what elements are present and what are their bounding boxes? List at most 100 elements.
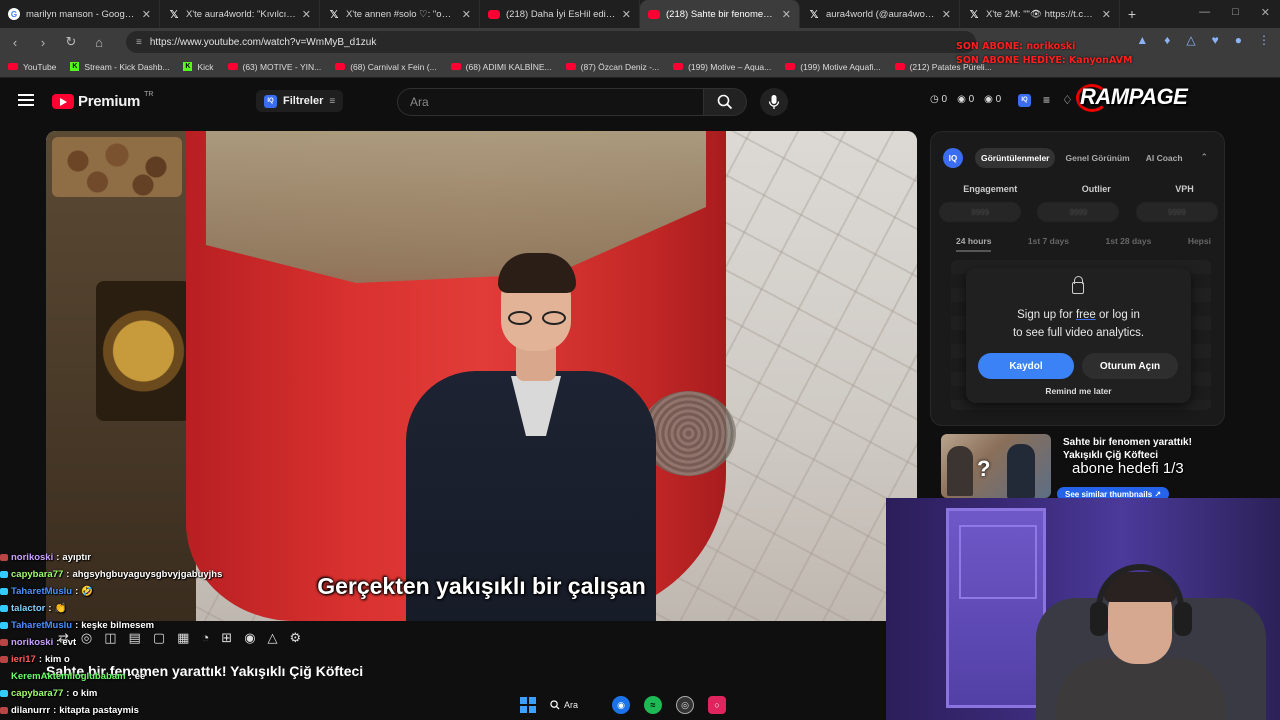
webcam-streamer: [1056, 658, 1226, 720]
chat-username[interactable]: KeremAktemlioglubabam: [11, 668, 126, 685]
close-tab-icon[interactable]: ✕: [142, 8, 151, 21]
vidiq-header-icon[interactable]: IQ: [1018, 93, 1031, 107]
bookmark-label: (68) Carnival x Fein (...: [350, 61, 437, 72]
extensions-bar: ▲ ♦ △ ♥ ● ⋮: [1136, 33, 1270, 47]
taskbar-search[interactable]: Ara: [550, 700, 598, 710]
close-tab-icon[interactable]: ✕: [462, 8, 471, 21]
youtube-icon: [648, 9, 660, 19]
browser-tab[interactable]: Gmarilyn manson - Google'da Ar ✕: [0, 0, 160, 28]
bookmark-label: (87) Özcan Deniz -...: [580, 61, 660, 72]
close-tab-icon[interactable]: ✕: [782, 8, 791, 21]
free-link[interactable]: free: [1076, 309, 1096, 321]
trophy-icon[interactable]: ♢: [1062, 93, 1073, 107]
close-window-icon[interactable]: ✕: [1261, 6, 1270, 19]
maximize-icon[interactable]: □: [1232, 6, 1239, 19]
login-button[interactable]: Oturum Açın: [1082, 353, 1178, 379]
login-prompt-card: Sign up for free or log in to see full v…: [966, 268, 1191, 403]
bookmark-item[interactable]: (68) Carnival x Fein (...: [335, 61, 437, 72]
youtube-icon: [673, 63, 684, 70]
minimize-icon[interactable]: —: [1199, 6, 1210, 19]
chat-username[interactable]: capybara77: [11, 566, 63, 583]
chat-username[interactable]: norikoski: [11, 549, 53, 566]
spotify-taskbar-icon[interactable]: ≈: [644, 696, 662, 714]
home-icon[interactable]: ⌂: [92, 35, 106, 50]
youtube-premium-logo[interactable]: Premium TR: [52, 91, 154, 110]
thumbnail-title: Sahte bir fenomen yarattık! Yakışıklı Çi…: [1063, 437, 1192, 461]
bookmark-item[interactable]: (68) ADIMI KALBİNE...: [450, 62, 552, 72]
youtube-icon: [785, 63, 796, 70]
profile-icon[interactable]: ●: [1235, 33, 1242, 47]
search-input[interactable]: Ara: [397, 88, 703, 116]
bookmark-label: Kick: [197, 61, 214, 72]
filters-button[interactable]: IQ Filtreler ≡: [256, 90, 344, 112]
range-all[interactable]: Hepsi: [1188, 236, 1211, 252]
bookmark-item[interactable]: YouTube: [8, 62, 56, 72]
chat-username[interactable]: talactor: [11, 600, 45, 617]
extension-icon[interactable]: ▲: [1136, 33, 1148, 47]
tab-ai-coach[interactable]: AI Coach: [1140, 148, 1189, 168]
bookmark-item[interactable]: (199) Motive Aquafi...: [785, 62, 881, 72]
youtube-icon: [335, 63, 346, 70]
range-7d[interactable]: 1st 7 days: [1028, 236, 1069, 252]
video-player[interactable]: Gerçekten yakışıklı bir çalışan: [46, 131, 917, 621]
heart-icon[interactable]: ♥: [1212, 33, 1219, 47]
browser-tab[interactable]: 𝕏 X'te 2M: ""👁 https://t.co/KV ✕: [960, 0, 1120, 28]
bookmark-item[interactable]: (199) Motive – Aqua...: [673, 62, 771, 72]
new-tab-icon[interactable]: +: [1120, 6, 1144, 22]
bookmark-item[interactable]: (63) MOTIVE - YIN...: [227, 62, 321, 72]
browser-tab[interactable]: 𝕏aura4world (@aura4world) / X ✕: [800, 0, 960, 28]
url-field[interactable]: ≡ https://www.youtube.com/watch?v=WmMyB_…: [126, 31, 976, 53]
login-prompt-text: Sign up for free or log in to see full v…: [1012, 309, 1145, 339]
youtube-icon: [894, 63, 905, 70]
close-tab-icon[interactable]: ✕: [302, 8, 311, 21]
x-icon: 𝕏: [329, 8, 339, 21]
search-icon: [550, 700, 560, 710]
bookmark-item[interactable]: (87) Özcan Deniz -...: [565, 61, 660, 72]
puzzle-icon[interactable]: ♦: [1164, 33, 1170, 47]
browser-tab[interactable]: 𝕏 X'te aura4world: "Kıvılcım bizde ✕: [160, 0, 320, 28]
logo-country: TR: [144, 91, 154, 98]
chat-badge-icon: [0, 554, 8, 561]
menu-dots-icon[interactable]: ⋮: [1258, 33, 1270, 47]
video-thumbnail[interactable]: ?: [941, 434, 1051, 498]
forward-icon[interactable]: ›: [36, 35, 50, 50]
hamburger-menu-icon[interactable]: [18, 94, 34, 106]
close-tab-icon[interactable]: ✕: [942, 8, 951, 21]
chat-text: 🤣: [81, 586, 94, 597]
app-taskbar-icon[interactable]: ○: [708, 696, 726, 714]
chat-username[interactable]: TaharetMuslu: [11, 583, 72, 600]
signup-button[interactable]: Kaydol: [978, 353, 1074, 379]
back-icon[interactable]: ‹: [8, 35, 22, 50]
chat-username[interactable]: norikoski: [11, 634, 53, 651]
browser-tab[interactable]: (218) Daha İyi EsHil edition💅 ✕: [480, 0, 640, 28]
chrome-taskbar-icon[interactable]: ◉: [612, 696, 630, 714]
eye-stat: ◉ 0: [984, 94, 1002, 105]
site-info-icon[interactable]: ≡: [136, 37, 142, 48]
voice-search-button[interactable]: [760, 88, 788, 116]
close-tab-icon[interactable]: ✕: [622, 8, 631, 21]
remind-later-link[interactable]: Remind me later: [966, 386, 1191, 396]
x-icon: 𝕏: [969, 8, 979, 21]
chat-username[interactable]: dilanurrr: [11, 702, 50, 719]
flask-icon[interactable]: △: [1186, 33, 1195, 47]
tab-overview[interactable]: Genel Görünüm: [1059, 148, 1135, 168]
reload-icon[interactable]: ↻: [64, 34, 78, 50]
search-button[interactable]: [703, 88, 747, 116]
range-28d[interactable]: 1st 28 days: [1106, 236, 1152, 252]
range-24h[interactable]: 24 hours: [956, 236, 992, 252]
close-tab-icon[interactable]: ✕: [1102, 8, 1111, 21]
chat-username[interactable]: capybara77: [11, 685, 63, 702]
obs-taskbar-icon[interactable]: ◎: [676, 696, 694, 714]
windows-start-icon[interactable]: [520, 697, 536, 713]
chat-message: TaharetMuslu: keşke bilmesem: [0, 617, 420, 634]
chat-username[interactable]: ieri17: [11, 651, 36, 668]
browser-tab[interactable]: (218) Sahte bir fenomen yarattı ✕: [640, 0, 800, 28]
bookmark-item[interactable]: K Kick: [183, 61, 214, 72]
bookmark-item[interactable]: K Stream - Kick Dashb...: [70, 62, 169, 72]
collapse-chevron-icon[interactable]: ⌃: [1200, 152, 1208, 163]
tab-views[interactable]: Görüntülenmeler: [975, 148, 1056, 168]
browser-tab-bar: Gmarilyn manson - Google'da Ar ✕ 𝕏 X'te aur…: [0, 0, 1280, 28]
browser-tab[interactable]: 𝕏 X'te annen #solo ♡: "on beş ma ✕: [320, 0, 480, 28]
list-icon[interactable]: ≡: [1043, 93, 1050, 107]
chat-username[interactable]: TaharetMuslu: [11, 617, 72, 634]
